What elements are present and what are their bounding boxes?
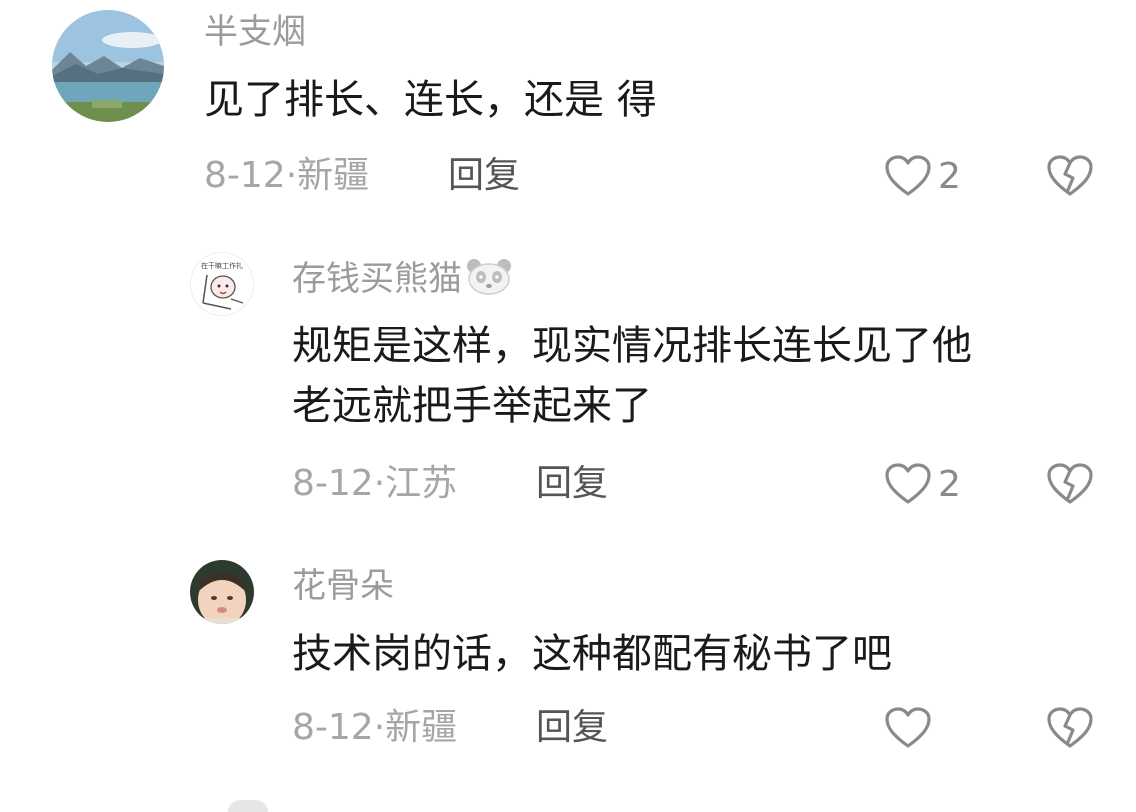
panda-icon xyxy=(464,256,514,305)
username[interactable]: 存钱买熊猫 xyxy=(292,256,514,305)
comment-item: 花骨朵 技术岗的话，这种都配有秘书了吧 8-12·新疆 回复 xyxy=(0,548,1136,798)
comment-text-line: 规矩是这样，现实情况排长连长见了他 xyxy=(292,323,972,369)
comment-date-location: 8-12·新疆 xyxy=(204,155,370,196)
like-count: 2 xyxy=(938,155,961,197)
avatar[interactable]: 在干嘛工作扎 xyxy=(190,252,254,316)
comment-date-location: 8-12·新疆 xyxy=(292,707,458,748)
baby-photo-avatar xyxy=(190,560,254,624)
heart-icon xyxy=(885,463,931,504)
dislike-button[interactable] xyxy=(1046,154,1094,202)
like-button[interactable]: 2 xyxy=(884,152,961,200)
username-text: 存钱买熊猫 xyxy=(292,259,462,299)
avatar-caption: 在干嘛工作扎 xyxy=(201,261,243,270)
comment-item: 在干嘛工作扎 存钱买熊猫 规矩是这样，现实情况排长连长见了他 老远就把手举起来了… xyxy=(0,240,1136,540)
comment-date-location: 8-12·江苏 xyxy=(292,463,458,504)
like-button[interactable] xyxy=(884,704,938,752)
dislike-button[interactable] xyxy=(1046,706,1094,754)
reply-button[interactable]: 回复 xyxy=(448,154,520,198)
lake-landscape-avatar xyxy=(52,10,164,122)
comment-text: 技术岗的话，这种都配有秘书了吧 xyxy=(292,624,892,684)
comment-text-line: 见了排长、连长，还是 得 xyxy=(204,77,657,123)
comment-text: 见了排长、连长，还是 得 xyxy=(204,70,657,130)
like-count: 2 xyxy=(938,463,961,505)
reply-button[interactable]: 回复 xyxy=(536,706,608,750)
heart-icon xyxy=(885,155,931,196)
comment-text: 规矩是这样，现实情况排长连长见了他 老远就把手举起来了 xyxy=(292,316,972,436)
like-button[interactable]: 2 xyxy=(884,460,961,508)
comment-text-line: 技术岗的话，这种都配有秘书了吧 xyxy=(292,631,892,677)
avatar[interactable] xyxy=(190,560,254,624)
broken-heart-icon xyxy=(1047,707,1093,748)
username[interactable]: 半支烟 xyxy=(204,12,306,52)
broken-heart-icon xyxy=(1047,463,1093,504)
cartoon-sketch-avatar: 在干嘛工作扎 xyxy=(191,253,253,315)
broken-heart-icon xyxy=(1047,155,1093,196)
next-comment-avatar[interactable] xyxy=(228,800,268,812)
comment-text-line: 老远就把手举起来了 xyxy=(292,383,652,429)
avatar[interactable] xyxy=(52,10,164,122)
comment-item: 半支烟 见了排长、连长，还是 得 8-12·新疆 回复 2 xyxy=(0,0,1136,220)
username[interactable]: 花骨朵 xyxy=(292,566,394,606)
dislike-button[interactable] xyxy=(1046,462,1094,510)
reply-button[interactable]: 回复 xyxy=(536,462,608,506)
heart-icon xyxy=(885,707,931,748)
